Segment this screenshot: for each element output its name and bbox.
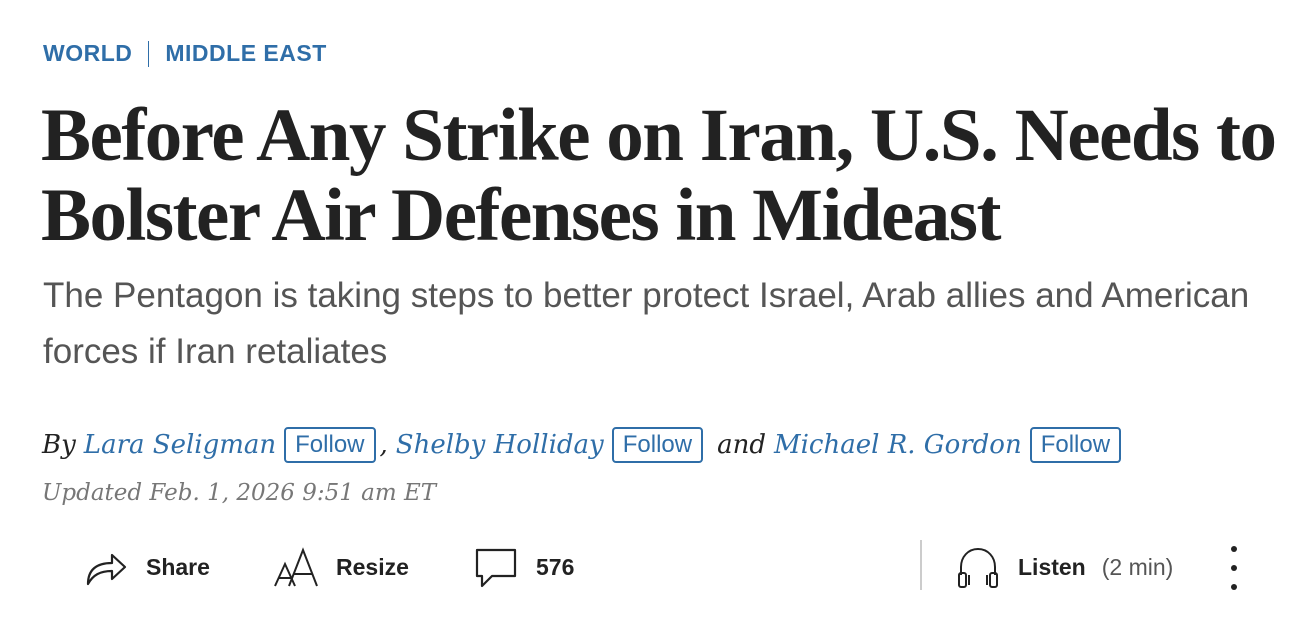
updated-timestamp: Updated Feb. 1, 2026 9:51 am ET bbox=[42, 480, 437, 506]
more-dot bbox=[1231, 565, 1237, 571]
author-link-michael-gordon[interactable]: Michael R. Gordon bbox=[774, 430, 1022, 460]
more-dot bbox=[1231, 546, 1237, 552]
share-label: Share bbox=[146, 554, 210, 580]
article-toolbar: Share Resize 576 Listen (2 min) bbox=[0, 540, 1316, 595]
share-button[interactable]: Share bbox=[84, 540, 210, 595]
listen-button[interactable]: Listen (2 min) bbox=[956, 540, 1173, 595]
comment-icon bbox=[474, 546, 518, 590]
headphones-icon bbox=[956, 545, 1000, 591]
comments-button[interactable]: 576 bbox=[474, 540, 574, 595]
listen-label: Listen bbox=[1018, 554, 1086, 580]
follow-button-lara-seligman[interactable]: Follow bbox=[284, 427, 376, 463]
share-icon bbox=[84, 548, 128, 588]
byline: By Lara Seligman Follow , Shelby Hollida… bbox=[42, 427, 1122, 463]
resize-button[interactable]: Resize bbox=[272, 540, 409, 595]
more-dot bbox=[1231, 584, 1237, 590]
resize-label: Resize bbox=[336, 554, 409, 580]
follow-button-shelby-holliday[interactable]: Follow bbox=[611, 427, 704, 463]
breadcrumb-divider bbox=[148, 40, 150, 67]
follow-button-michael-gordon[interactable]: Follow bbox=[1029, 427, 1122, 463]
comment-count: 576 bbox=[536, 554, 575, 580]
breadcrumb: WORLD MIDDLE EAST bbox=[43, 40, 327, 67]
author-link-shelby-holliday[interactable]: Shelby Holliday bbox=[396, 430, 604, 460]
listen-duration: (2 min) bbox=[1101, 554, 1174, 580]
more-options-icon[interactable] bbox=[1222, 546, 1246, 590]
breadcrumb-world-link[interactable]: WORLD bbox=[43, 40, 132, 67]
text-resize-icon bbox=[272, 546, 320, 590]
article-dek: The Pentagon is taking steps to better p… bbox=[43, 276, 1250, 371]
breadcrumb-middle-east-link[interactable]: MIDDLE EAST bbox=[165, 40, 326, 67]
author-link-lara-seligman[interactable]: Lara Seligman bbox=[84, 430, 276, 460]
toolbar-divider bbox=[920, 540, 922, 590]
byline-conjunction: and bbox=[717, 430, 766, 460]
byline-prefix: By bbox=[42, 430, 76, 460]
article-headline: Before Any Strike on Iran, U.S. Needs to… bbox=[41, 94, 1277, 257]
byline-separator: , bbox=[379, 430, 388, 460]
